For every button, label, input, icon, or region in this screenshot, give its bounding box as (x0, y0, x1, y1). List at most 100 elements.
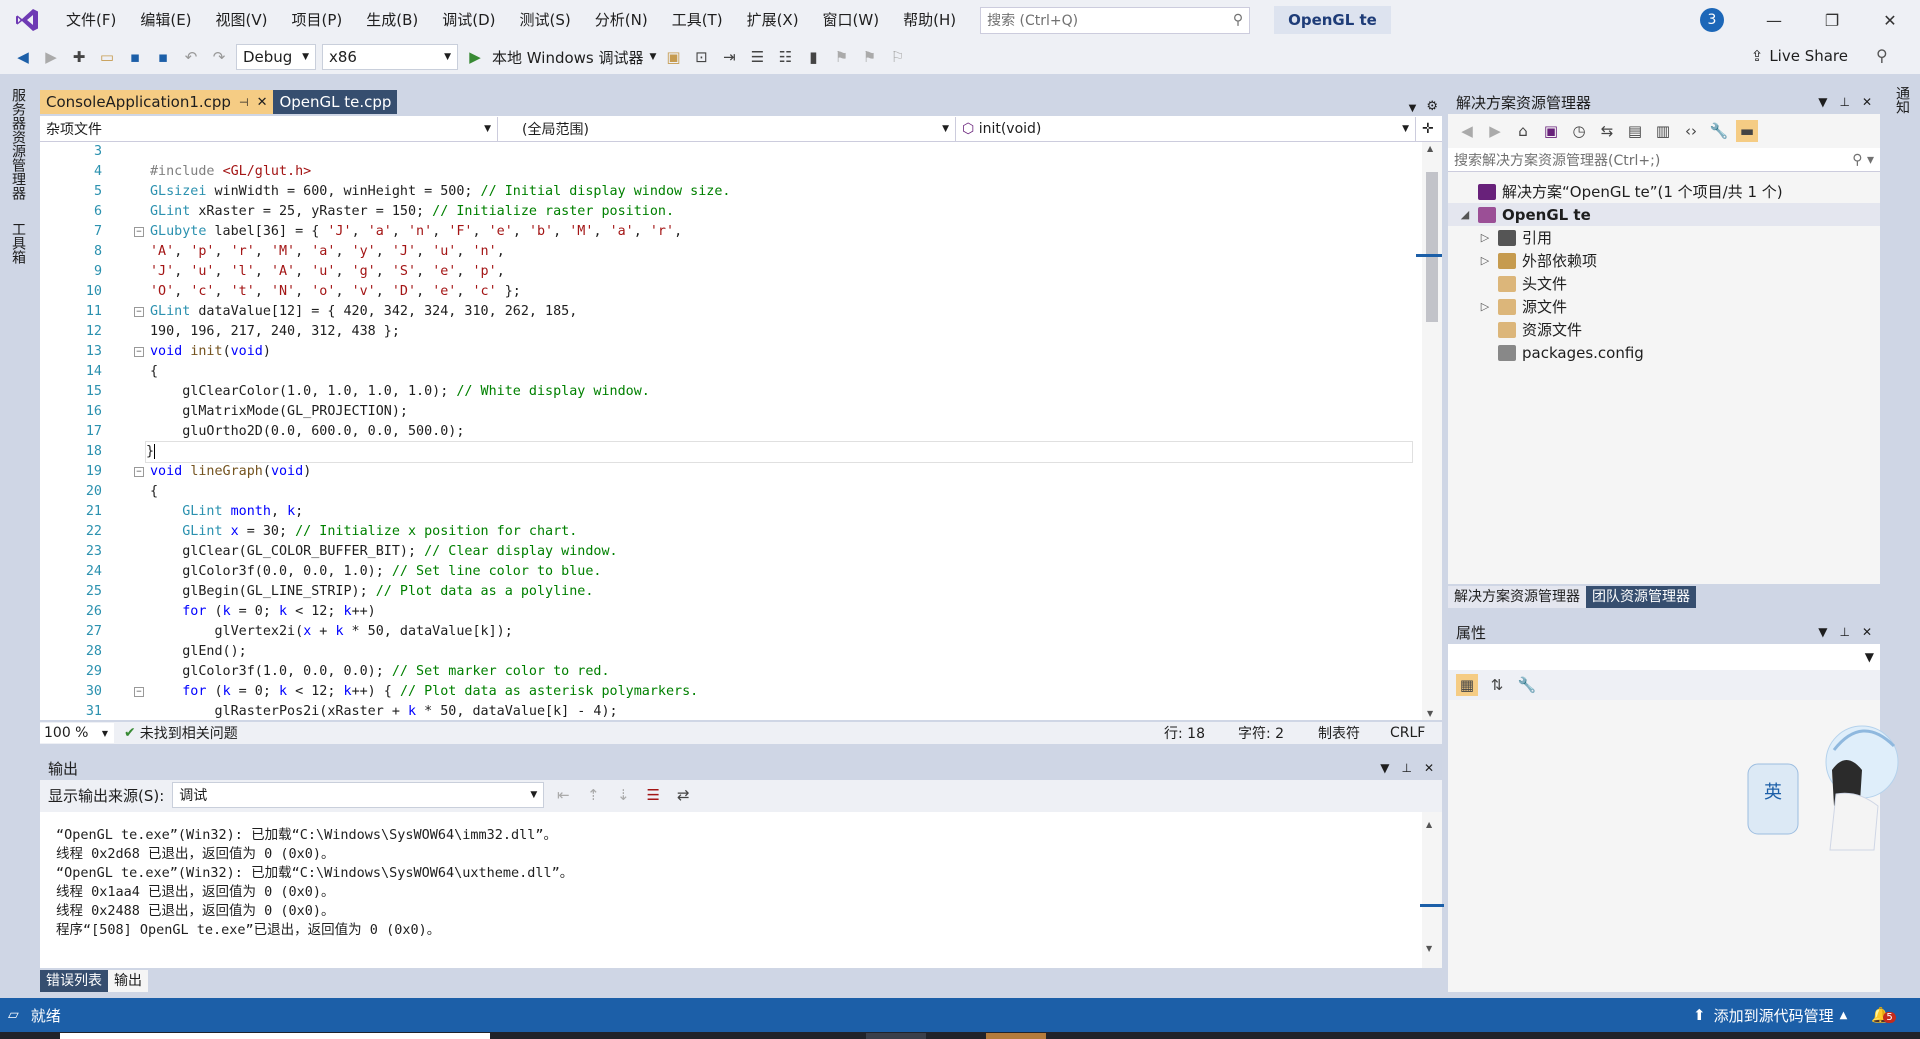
chevron-down-icon[interactable]: ▼ (650, 52, 657, 62)
editor-vertical-scrollbar[interactable]: ▲ ▼ (1416, 142, 1442, 720)
restore-button[interactable]: ❐ (1808, 0, 1856, 40)
fold-toggle-icon[interactable]: − (134, 467, 144, 477)
sync-icon[interactable]: ⇆ (1596, 120, 1618, 142)
outdent-icon[interactable]: ☷ (774, 46, 796, 68)
notification-count-badge[interactable]: 3 (1700, 8, 1724, 32)
code-line[interactable]: 16 glMatrixMode(GL_PROJECTION); (40, 402, 1422, 422)
properties-wrench-icon[interactable]: 🔧 (1708, 120, 1730, 142)
next-message-icon[interactable]: ⇣ (612, 784, 634, 806)
issues-label[interactable]: 未找到相关问题 (140, 723, 238, 743)
code-line[interactable]: 12 190, 196, 217, 240, 312, 438 }; (40, 322, 1422, 342)
code-line[interactable]: 19 − void lineGraph(void) (40, 462, 1422, 482)
code-line[interactable]: 27 glVertex2i(x + k * 50, dataValue[k]); (40, 622, 1422, 642)
tree-item[interactable]: packages.config (1448, 341, 1880, 364)
close-icon[interactable]: ✕ (1424, 761, 1434, 775)
preview-selected-icon[interactable]: ▬ (1736, 120, 1758, 142)
expand-arrow-icon[interactable]: ◢ (1458, 208, 1472, 221)
indent-icon[interactable]: ☰ (746, 46, 768, 68)
notifications-tab[interactable]: 通知 (1892, 86, 1912, 114)
platform-select[interactable]: x86 ▼ (322, 44, 458, 70)
new-project-icon[interactable]: ✚ (68, 46, 90, 68)
tab-consoleapplication1[interactable]: ConsoleApplication1.cpp ⊣ ✕ (40, 90, 274, 114)
tab-error-list[interactable]: 错误列表 (40, 970, 108, 992)
close-icon[interactable]: ✕ (257, 95, 268, 110)
pin-icon[interactable]: ⊥ (1839, 95, 1849, 109)
view-code-icon[interactable]: ‹› (1680, 120, 1702, 142)
toolbox-tab[interactable]: 工具箱 (8, 222, 28, 264)
code-line[interactable]: 28 glEnd(); (40, 642, 1422, 662)
menu-item[interactable]: 帮助(H) (891, 0, 968, 40)
categorized-icon[interactable]: ▦ (1456, 674, 1478, 696)
code-line[interactable]: 11 − GLint dataValue[12] = { 420, 342, 324… (40, 302, 1422, 322)
property-pages-icon[interactable]: 🔧 (1516, 674, 1538, 696)
clear-bookmarks-icon[interactable]: ⚐ (886, 46, 908, 68)
chevron-down-icon[interactable]: ▼ (1380, 761, 1389, 775)
back-icon[interactable]: ◀ (1456, 120, 1478, 142)
scope-dropdown[interactable]: (全局范围) ▼ (498, 116, 956, 141)
split-icon[interactable]: ✛ (1416, 121, 1434, 137)
pin-icon[interactable]: ⊥ (1839, 625, 1849, 639)
live-share-button[interactable]: ⇪ Live Share (1751, 47, 1848, 65)
menu-item[interactable]: 调试(D) (430, 0, 507, 40)
expand-arrow-icon[interactable]: ▷ (1478, 231, 1492, 244)
menu-item[interactable]: 扩展(X) (735, 0, 811, 40)
code-line[interactable]: 6 GLint xRaster = 25, yRaster = 150; // I… (40, 202, 1422, 222)
forward-icon[interactable]: ▶ (40, 46, 62, 68)
prev-bookmark-icon[interactable]: ⚑ (830, 46, 852, 68)
expand-arrow-icon[interactable]: ▷ (1478, 300, 1492, 313)
close-icon[interactable]: ✕ (1862, 625, 1872, 639)
code-line[interactable]: 17 gluOrtho2D(0.0, 600.0, 0.0, 500.0); (40, 422, 1422, 442)
bookmark-icon[interactable]: ▮ (802, 46, 824, 68)
member-dropdown[interactable]: ⬡ init(void) ▼ (956, 116, 1416, 141)
menu-item[interactable]: 分析(N) (583, 0, 660, 40)
find-in-files-icon[interactable]: ▣ (662, 46, 684, 68)
code-line[interactable]: 10 'O', 'c', 't', 'N', 'o', 'v', 'D', 'e'… (40, 282, 1422, 302)
tab-output[interactable]: 输出 (108, 970, 148, 992)
add-to-source-control-button[interactable]: 添加到源代码管理 (1714, 1005, 1834, 1026)
tree-item[interactable]: ◢ OpenGL te (1448, 203, 1880, 226)
menu-item[interactable]: 测试(S) (508, 0, 583, 40)
code-line[interactable]: 26 for (k = 0; k < 12; k++) (40, 602, 1422, 622)
configuration-select[interactable]: Debug ▼ (236, 44, 316, 70)
zoom-select[interactable]: 100 % ▼ (40, 723, 114, 743)
debugger-select[interactable]: 本地 Windows 调试器 (492, 47, 644, 68)
code-line[interactable]: 31 glRasterPos2i(xRaster + k * 50, dataV… (40, 702, 1422, 720)
fold-toggle-icon[interactable]: − (134, 307, 144, 317)
taskbar-app-active[interactable] (986, 1033, 1046, 1039)
taskbar-app[interactable] (866, 1033, 926, 1039)
server-explorer-tab[interactable]: 服务器资源管理器 (8, 88, 28, 200)
tree-item[interactable]: ▷ 外部依赖项 (1448, 249, 1880, 272)
properties-object-select[interactable]: ▼ (1448, 644, 1880, 670)
fold-toggle-icon[interactable]: − (134, 687, 144, 697)
taskbar-search[interactable] (60, 1033, 490, 1039)
menu-item[interactable]: 项目(P) (280, 0, 355, 40)
prev-message-icon[interactable]: ⇡ (582, 784, 604, 806)
next-bookmark-icon[interactable]: ⚑ (858, 46, 880, 68)
open-file-icon[interactable]: ▭ (96, 46, 118, 68)
output-vertical-scrollbar[interactable]: ▲ ▼ (1420, 812, 1444, 968)
alphabetical-icon[interactable]: ⇅ (1486, 674, 1508, 696)
screenshot-icon[interactable]: ⊡ (690, 46, 712, 68)
save-icon[interactable]: ▪ (124, 46, 146, 68)
chevron-down-icon[interactable]: ▼ (1818, 625, 1827, 639)
start-debug-icon[interactable]: ▶ (464, 46, 486, 68)
code-line[interactable]: 25 glBegin(GL_LINE_STRIP); // Plot data … (40, 582, 1422, 602)
solution-search-input[interactable]: 搜索解决方案资源管理器(Ctrl+;) ⚲ ▾ (1448, 148, 1880, 172)
code-line[interactable]: 9 'J', 'u', 'l', 'A', 'u', 'g', 'S', 'e',… (40, 262, 1422, 282)
tree-item[interactable]: 解决方案“OpenGL te”(1 个项目/共 1 个) (1448, 180, 1880, 203)
ime-floating-widget[interactable]: 英 (1738, 710, 1906, 860)
eol-indicator[interactable]: CRLF (1390, 725, 1442, 741)
menu-item[interactable]: 窗口(W) (811, 0, 892, 40)
tabs-mode-indicator[interactable]: 制表符 (1318, 723, 1390, 743)
close-button[interactable]: ✕ (1866, 0, 1914, 40)
expand-arrow-icon[interactable]: ▷ (1478, 254, 1492, 267)
show-all-files-icon[interactable]: ▥ (1652, 120, 1674, 142)
fold-toggle-icon[interactable]: − (134, 227, 144, 237)
code-line[interactable]: 23 glClear(GL_COLOR_BUFFER_BIT); // Clea… (40, 542, 1422, 562)
search-input[interactable]: 搜索 (Ctrl+Q) ⚲ (980, 6, 1251, 34)
close-icon[interactable]: ✕ (1862, 95, 1872, 109)
pin-icon[interactable]: ⊣ (239, 96, 249, 109)
tab-team-explorer[interactable]: 团队资源管理器 (1586, 586, 1696, 608)
home-icon[interactable]: ⌂ (1512, 120, 1534, 142)
output-source-select[interactable]: 调试 ▼ (172, 782, 545, 808)
